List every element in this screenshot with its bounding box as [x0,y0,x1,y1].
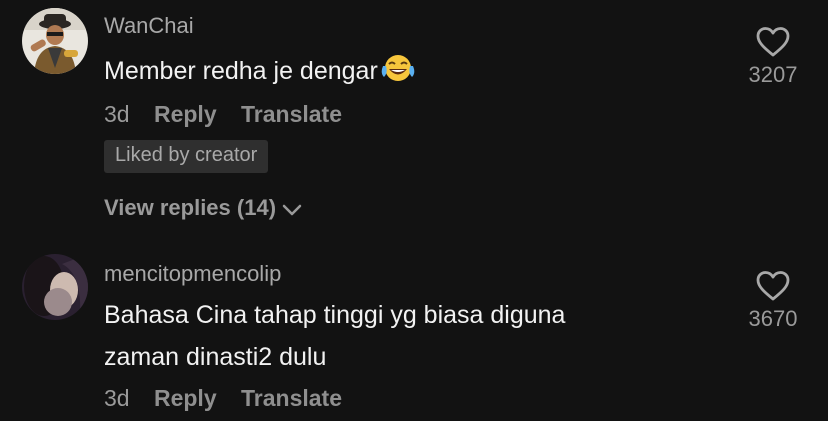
avatar[interactable] [22,254,88,320]
comment-time: 3d [104,385,130,411]
like-control: 3670 [738,270,808,332]
avatar-image [22,8,88,74]
comment-text-line: zaman dinasti2 dulu [104,343,327,371]
comment-text: Member redha je dengar [104,50,724,96]
comment-username[interactable]: WanChai [104,13,194,39]
like-count: 3670 [748,306,798,331]
chevron-down-icon [282,204,302,216]
comment-meta: 3d Reply Translate [104,101,360,128]
reply-button[interactable]: Reply [154,385,217,411]
comment-text-content: Member redha je dengar [104,57,378,85]
avatar-image [22,254,88,320]
like-count: 3207 [748,62,798,87]
translate-button[interactable]: Translate [241,385,342,411]
view-replies-button[interactable]: View replies (14) [104,195,302,221]
view-replies-label: View replies (14) [104,195,277,220]
comment-item: mencitopmencolip Bahasa Cina tahap tingg… [0,240,828,421]
reply-button[interactable]: Reply [154,101,217,127]
comment-time: 3d [104,101,130,127]
liked-by-creator-badge: Liked by creator [104,140,269,173]
heart-outline-icon[interactable] [755,26,791,58]
comment-text-line: Bahasa Cina tahap tinggi yg biasa diguna [104,301,566,329]
like-control: 3207 [738,26,808,88]
comment-item: WanChai Member redha je dengar 3d Reply … [0,0,828,240]
comment-text: Bahasa Cina tahap tinggi yg biasa diguna… [104,294,724,378]
comment-meta: 3d Reply Translate [104,385,360,412]
heart-outline-icon[interactable] [755,270,791,302]
translate-button[interactable]: Translate [241,101,342,127]
avatar[interactable] [22,8,88,74]
comment-username[interactable]: mencitopmencolip [104,261,281,287]
tears-of-joy-emoji [380,53,416,96]
